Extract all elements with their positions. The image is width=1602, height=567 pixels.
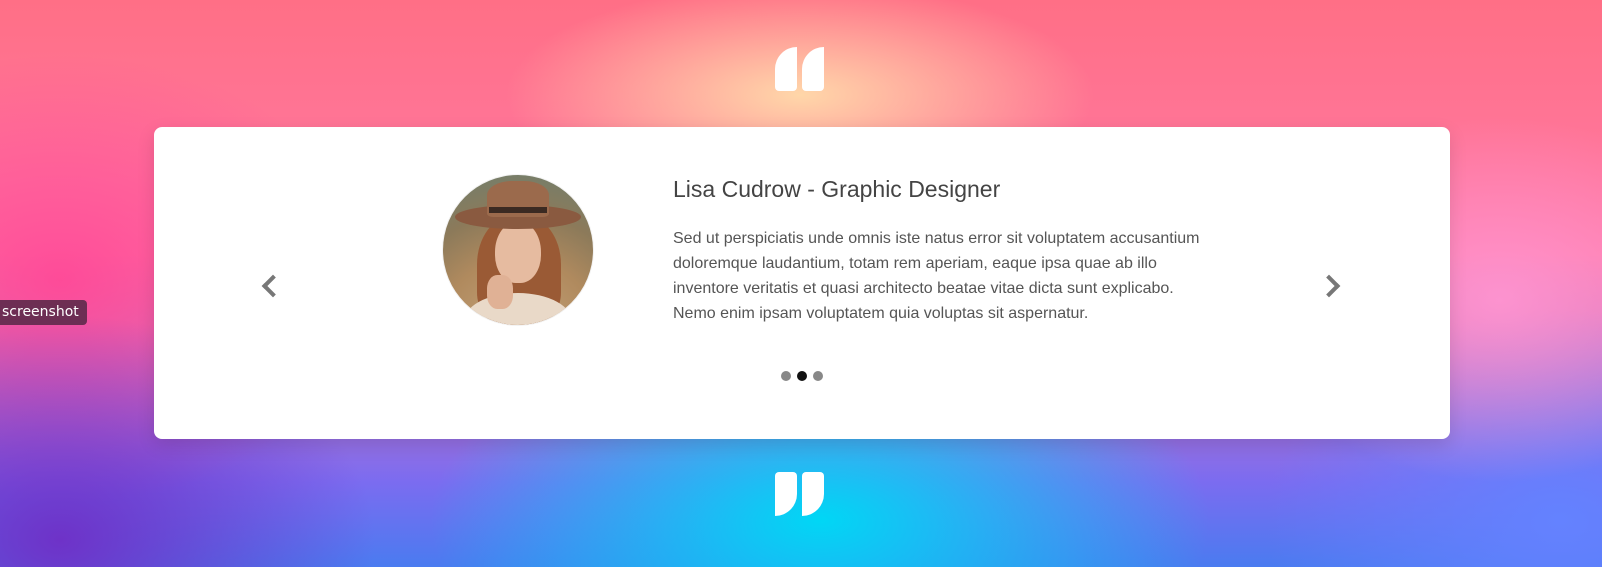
pagination-dot[interactable] (813, 371, 823, 381)
avatar (443, 175, 593, 325)
carousel-pagination (781, 371, 823, 381)
close-quote-icon (775, 472, 827, 518)
chevron-right-icon (1317, 274, 1341, 298)
open-quote-icon (775, 47, 827, 93)
next-slide-button[interactable] (1317, 271, 1344, 301)
prev-slide-button[interactable] (258, 271, 285, 301)
chevron-left-icon (261, 274, 285, 298)
testimonial-text: Sed ut perspiciatis unde omnis iste natu… (673, 230, 1200, 322)
testimonial-card: Lisa Cudrow - Graphic Designer Sed ut pe… (154, 127, 1450, 439)
pagination-dot[interactable] (781, 371, 791, 381)
testimonial-author: Lisa Cudrow - Graphic Designer (673, 176, 1001, 202)
screenshot-label: screenshot (0, 300, 87, 325)
pagination-dot-active[interactable] (797, 371, 807, 381)
